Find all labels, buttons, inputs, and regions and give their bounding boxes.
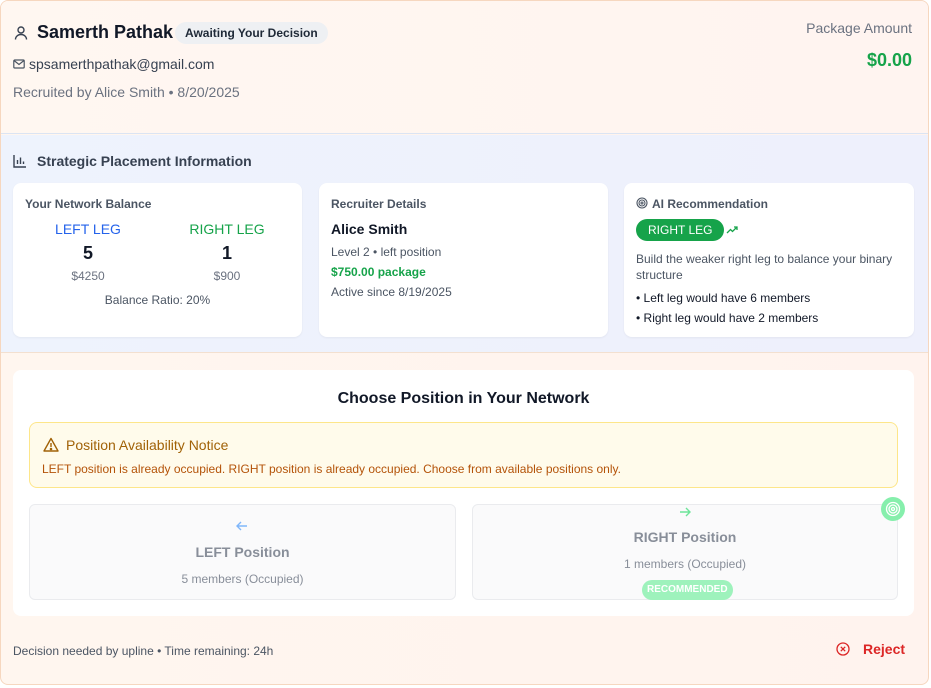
left-leg-amount: $4250 [71, 269, 105, 283]
notice-message: LEFT position is already occupied. RIGHT… [42, 462, 621, 476]
recruiter-details-card: Recruiter Details Alice Smith Level 2 • … [319, 183, 608, 337]
right-leg-count: 1 [221, 243, 232, 263]
recruiter-active-since: Active since 8/19/2025 [331, 285, 452, 299]
trending-up-icon [726, 226, 738, 234]
ai-recommendation-title: AI Recommendation [652, 197, 769, 211]
choose-position-title: Choose Position in Your Network [337, 390, 590, 407]
candidate-header: Samerth Pathak Awaiting Your Decision sp… [1, 1, 928, 134]
target-icon [885, 501, 901, 517]
left-position-members: 5 members (Occupied) [181, 572, 304, 586]
left-leg-stats: LEFT LEG 5 $4250 [28, 221, 148, 283]
ai-recommendation-card: AI Recommendation RIGHT LEG Build the we… [624, 183, 914, 337]
strategic-placement-section: Strategic Placement Information Your Net… [1, 135, 928, 353]
right-position-title: RIGHT Position [633, 529, 737, 545]
recruited-info: Recruited by Alice Smith • 8/20/2025 [13, 84, 240, 100]
ai-bullet-left: • Left leg would have 6 members [636, 291, 811, 305]
package-amount-value: $0.00 [866, 50, 912, 70]
ai-recommended-leg-badge: RIGHT LEG [636, 219, 725, 241]
recruiter-details-title: Recruiter Details [331, 197, 427, 211]
target-icon [636, 197, 648, 209]
decision-deadline-text: Decision needed by upline • Time remaini… [13, 644, 274, 658]
left-position-option[interactable]: LEFT Position 5 members (Occupied) [29, 504, 456, 600]
choose-position-section: Choose Position in Your Network Position… [13, 370, 914, 616]
recommended-target-badge [881, 497, 905, 521]
ai-recommendation-description: Build the weaker right leg to balance yo… [636, 252, 893, 282]
ai-bullet-right: • Right leg would have 2 members [636, 311, 819, 325]
right-leg-stats: RIGHT LEG 1 $900 [167, 221, 287, 283]
network-balance-card: Your Network Balance LEFT LEG 5 $4250 RI… [13, 183, 302, 337]
right-position-option[interactable]: RIGHT Position 1 members (Occupied) RECO… [472, 504, 898, 600]
warning-icon [43, 437, 59, 452]
balance-ratio: Balance Ratio: 20% [104, 293, 211, 307]
referral-decision-card: Samerth Pathak Awaiting Your Decision sp… [0, 0, 929, 685]
recommended-badge: RECOMMENDED [642, 580, 733, 600]
arrow-right-icon [680, 507, 691, 517]
bar-chart-icon [13, 155, 26, 168]
mail-icon [13, 59, 25, 69]
network-balance-title: Your Network Balance [25, 197, 152, 211]
right-leg-amount: $900 [213, 269, 241, 283]
status-badge: Awaiting Your Decision [175, 22, 328, 44]
arrow-left-icon [236, 521, 247, 531]
strategic-title: Strategic Placement Information [37, 153, 252, 169]
recruiter-level: Level 2 • left position [331, 245, 442, 259]
position-availability-notice: Position Availability Notice LEFT positi… [29, 422, 898, 488]
recruiter-package: $750.00 package [331, 265, 426, 279]
x-circle-icon [836, 642, 850, 656]
left-position-title: LEFT Position [195, 544, 290, 560]
left-leg-label: LEFT LEG [55, 221, 121, 237]
right-leg-label: RIGHT LEG [189, 221, 265, 237]
left-leg-count: 5 [82, 243, 93, 263]
candidate-email: spsamerthpathak@gmail.com [29, 56, 215, 72]
right-position-members: 1 members (Occupied) [623, 557, 747, 571]
recruiter-name: Alice Smith [331, 221, 408, 237]
candidate-name: Samerth Pathak [37, 22, 174, 42]
user-icon [14, 26, 28, 40]
package-amount-label: Package Amount [806, 20, 912, 36]
notice-title: Position Availability Notice [66, 437, 229, 453]
reject-label: Reject [863, 641, 906, 657]
